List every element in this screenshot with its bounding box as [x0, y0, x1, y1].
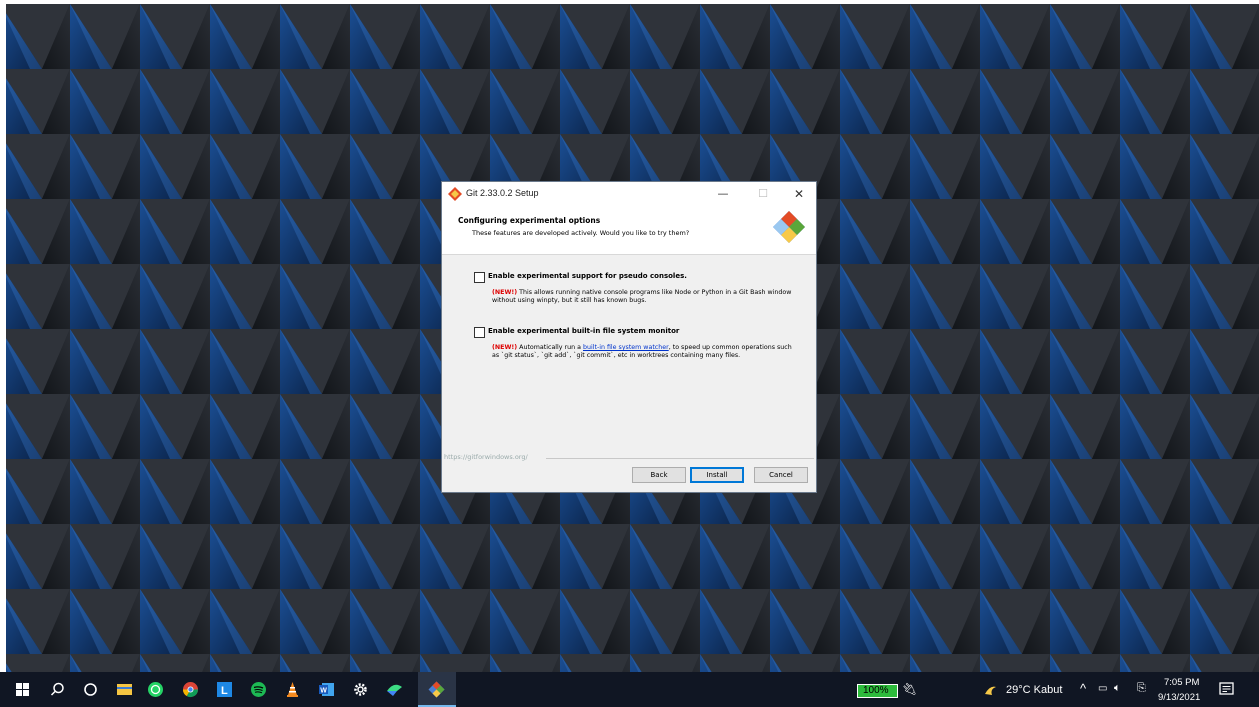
git-app-icon — [448, 187, 462, 201]
fs-monitor-checkbox[interactable] — [474, 327, 485, 338]
battery-percent: 100% — [863, 685, 889, 696]
pseudo-consoles-desc-text: This allows running native console progr… — [492, 289, 792, 305]
new-tag: (NEW!) — [492, 344, 518, 351]
pseudo-consoles-label[interactable]: Enable experimental support for pseudo c… — [488, 272, 687, 280]
vlc-icon[interactable] — [284, 681, 301, 698]
notifications-icon[interactable] — [1218, 681, 1235, 698]
search-icon[interactable] — [49, 681, 66, 698]
file-explorer-icon[interactable] — [116, 681, 133, 698]
footer-url: https://gitforwindows.org/ — [444, 453, 528, 461]
cancel-button[interactable]: Cancel — [754, 467, 808, 483]
install-button[interactable]: Install — [690, 467, 744, 483]
clock-date[interactable]: 9/13/2021 — [1158, 692, 1200, 703]
git-taskbar-icon[interactable] — [428, 681, 445, 698]
fs-monitor-description: (NEW!) Automatically run a built-in file… — [492, 344, 792, 361]
git-setup-dialog: Git 2.33.0.2 Setup — ☐ ✕ Configuring exp… — [441, 181, 817, 493]
pseudo-consoles-description: (NEW!) This allows running native consol… — [492, 289, 792, 306]
git-logo-icon — [773, 211, 805, 243]
page-subtitle: These features are developed actively. W… — [472, 229, 690, 237]
wizard-header: Configuring experimental options These f… — [442, 206, 816, 255]
volume-icon[interactable]: 🔈︎ — [1114, 682, 1121, 695]
taskbar: L W 100% 🔌︎ 29°C Kabut ^ ▭ 🔈︎ ⎘ 7:05 PM … — [0, 672, 1259, 707]
settings-gear-icon[interactable] — [352, 681, 369, 698]
pseudo-consoles-checkbox[interactable] — [474, 272, 485, 283]
clock-time[interactable]: 7:05 PM — [1164, 677, 1199, 688]
dialog-titlebar[interactable]: Git 2.33.0.2 Setup — ☐ ✕ — [442, 182, 816, 206]
footer-divider — [546, 458, 814, 459]
word-icon[interactable]: W — [318, 681, 335, 698]
chevron-up-icon[interactable]: ^ — [1080, 681, 1086, 696]
network-icon[interactable]: ▭ — [1098, 683, 1107, 694]
battery-charging-icon: 🔌︎ — [902, 682, 918, 696]
chrome-profile-icon[interactable] — [182, 681, 199, 698]
spotify-icon[interactable] — [250, 681, 267, 698]
minimize-button[interactable]: — — [712, 185, 734, 203]
maximize-button[interactable]: ☐ — [752, 185, 774, 203]
battery-indicator[interactable]: 100% — [857, 684, 898, 698]
ime-icon[interactable]: ⎘ — [1137, 682, 1146, 695]
fs-monitor-label[interactable]: Enable experimental built-in file system… — [488, 327, 679, 335]
android-studio-icon[interactable] — [386, 681, 403, 698]
dialog-title: Git 2.33.0.2 Setup — [466, 188, 539, 198]
weather-text[interactable]: 29°C Kabut — [1006, 684, 1062, 696]
close-button[interactable]: ✕ — [788, 185, 810, 203]
windows-start-icon[interactable] — [14, 681, 31, 698]
cortana-icon[interactable] — [82, 681, 99, 698]
l-app-icon[interactable]: L — [216, 681, 233, 698]
whatsapp-icon[interactable] — [147, 681, 164, 698]
back-button[interactable]: Back — [632, 467, 686, 483]
fs-monitor-desc-before: Automatically run a — [517, 344, 583, 351]
weather-moon-icon[interactable] — [982, 681, 999, 698]
fs-watcher-link[interactable]: built-in file system watcher — [583, 344, 669, 351]
svg-text:W: W — [320, 688, 327, 695]
page-title: Configuring experimental options — [458, 216, 601, 225]
new-tag: (NEW!) — [492, 289, 518, 296]
svg-text:L: L — [221, 685, 228, 697]
